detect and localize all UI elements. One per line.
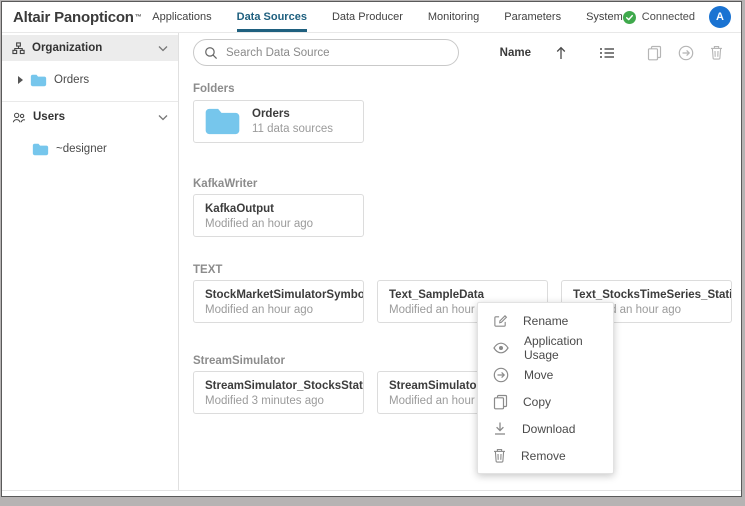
download-icon [493, 421, 507, 436]
brand-name: Altair Panopticon [13, 9, 134, 26]
card-row: StreamSimulator_StocksStatic Modified 3 … [193, 371, 741, 414]
tab-data-producer[interactable]: Data Producer [332, 2, 403, 32]
copy-icon[interactable] [647, 45, 662, 61]
toolbar-actions: Name [500, 45, 723, 61]
section-heading-text: TEXT [193, 263, 741, 277]
rename-icon [493, 313, 508, 328]
connection-status-label: Connected [642, 11, 695, 23]
eye-icon [493, 342, 509, 354]
context-menu: Rename Application Usage Move Copy Downl… [477, 302, 614, 474]
folder-icon [204, 107, 241, 136]
search-input[interactable] [226, 47, 448, 59]
section-heading-streamsimulator: StreamSimulator [193, 354, 741, 368]
toolbar: Name [193, 39, 741, 66]
sidebar: Organization Orders Users [2, 33, 179, 490]
menu-item-remove[interactable]: Remove [478, 442, 613, 469]
menu-item-label: Remove [521, 449, 566, 463]
card-title: Orders [252, 107, 333, 122]
delete-icon[interactable] [710, 45, 723, 60]
section-heading-folders: Folders [193, 82, 741, 96]
card-row: KafkaOutput Modified an hour ago [193, 194, 741, 237]
move-icon [493, 367, 509, 383]
card-subtitle: 11 data sources [252, 122, 333, 136]
move-icon[interactable] [678, 45, 694, 61]
datasource-card-streamsimulator-stocksstatic[interactable]: StreamSimulator_StocksStatic Modified 3 … [193, 371, 364, 414]
search-box[interactable] [193, 39, 459, 66]
tab-system[interactable]: System [586, 2, 623, 32]
menu-item-label: Move [524, 368, 553, 382]
section-heading-kafkawriter: KafkaWriter [193, 177, 741, 191]
trash-icon [493, 448, 506, 463]
sidebar-section-label: Organization [32, 42, 102, 54]
chevron-down-icon[interactable] [158, 45, 168, 52]
datasource-card-stockmarketsimulatorsymbols[interactable]: StockMarketSimulatorSymbols Modified an … [193, 280, 364, 323]
card-subtitle: Modified 3 minutes ago [205, 394, 352, 408]
card-subtitle: Modified an hour ago [205, 217, 352, 231]
menu-item-copy[interactable]: Copy [478, 388, 613, 415]
trademark: ™ [135, 14, 142, 21]
copy-icon [493, 394, 508, 410]
folder-card-orders[interactable]: Orders 11 data sources [193, 100, 364, 143]
card-title: Text_StocksTimeSeries_Static [573, 288, 720, 303]
menu-item-label: Copy [523, 395, 551, 409]
users-icon [12, 111, 26, 124]
connection-status: Connected [623, 11, 695, 24]
org-hierarchy-icon [12, 42, 25, 55]
sidebar-section-users[interactable]: Users [2, 104, 178, 130]
card-title: KafkaOutput [205, 202, 352, 217]
card-title: StreamSimulator_StocksStatic [205, 379, 352, 394]
sidebar-section-label: Users [33, 111, 65, 123]
sidebar-section-organization[interactable]: Organization [2, 35, 178, 61]
sidebar-divider [2, 101, 178, 102]
sidebar-item-designer[interactable]: ~designer [2, 136, 178, 162]
sort-field-button[interactable]: Name [500, 47, 531, 59]
menu-item-move[interactable]: Move [478, 361, 613, 388]
app-window: Altair Panopticon™ Applications Data Sou… [1, 1, 742, 497]
main-content: Name [179, 33, 741, 490]
sidebar-item-label: Orders [54, 74, 89, 86]
tab-applications[interactable]: Applications [152, 2, 211, 32]
datasource-card-kafkaoutput[interactable]: KafkaOutput Modified an hour ago [193, 194, 364, 237]
sort-ascending-icon[interactable] [555, 46, 567, 60]
card-row: StockMarketSimulatorSymbols Modified an … [193, 280, 741, 323]
menu-item-application-usage[interactable]: Application Usage [478, 334, 613, 361]
expand-caret-icon[interactable] [18, 76, 23, 84]
menu-item-rename[interactable]: Rename [478, 307, 613, 334]
folder-icon [30, 74, 47, 87]
sidebar-item-label: ~designer [56, 143, 107, 155]
menu-item-download[interactable]: Download [478, 415, 613, 442]
chevron-down-icon[interactable] [158, 114, 168, 121]
tab-parameters[interactable]: Parameters [504, 2, 561, 32]
card-title: Text_SampleData [389, 288, 536, 303]
list-view-icon[interactable] [599, 46, 615, 60]
card-subtitle: Modified an hour ago [205, 303, 352, 317]
connected-check-icon [623, 11, 636, 24]
menu-item-label: Rename [523, 314, 568, 328]
body-row: Organization Orders Users [2, 33, 741, 491]
menu-item-label: Application Usage [524, 334, 613, 362]
card-row: Orders 11 data sources [193, 100, 741, 143]
card-title: StockMarketSimulatorSymbols [205, 288, 352, 303]
tab-monitoring[interactable]: Monitoring [428, 2, 479, 32]
nav-right: Connected A [623, 2, 741, 32]
top-nav: Altair Panopticon™ Applications Data Sou… [2, 2, 741, 33]
search-icon [204, 46, 218, 60]
brand-logo: Altair Panopticon™ [2, 2, 146, 32]
sidebar-item-orders[interactable]: Orders [2, 67, 178, 93]
nav-tabs: Applications Data Sources Data Producer … [152, 2, 622, 32]
folder-icon [32, 143, 49, 156]
tab-data-sources[interactable]: Data Sources [237, 2, 307, 32]
user-avatar[interactable]: A [709, 6, 731, 28]
menu-item-label: Download [522, 422, 575, 436]
